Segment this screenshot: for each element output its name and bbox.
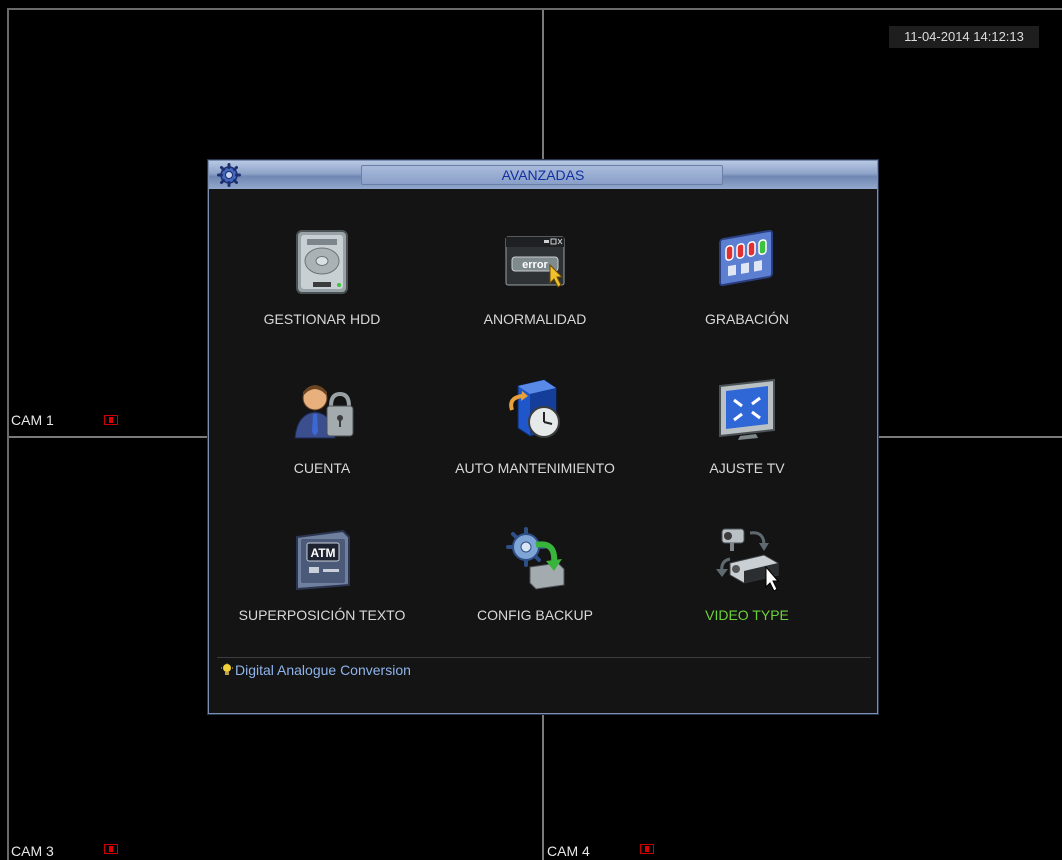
menu-item-video-type[interactable]: VIDEO TYPE — [637, 523, 857, 623]
footer-divider — [217, 657, 871, 658]
menu-item-cuenta[interactable]: CUENTA — [212, 376, 432, 476]
grid-divider-vertical — [542, 10, 544, 162]
grid-divider-vertical — [542, 714, 544, 860]
menu-item-label: VIDEO TYPE — [705, 607, 789, 623]
camera-label-3: CAM 3 — [11, 843, 54, 859]
menu-item-config-backup[interactable]: CONFIG BACKUP — [425, 523, 645, 623]
svg-text:ATM: ATM — [310, 546, 335, 560]
camera-status-icon — [640, 844, 654, 854]
tv-adjust-icon — [719, 378, 775, 440]
error-window-icon: error — [505, 236, 565, 288]
camera-label-1: CAM 1 — [11, 412, 54, 428]
camera-label-4: CAM 4 — [547, 843, 590, 859]
menu-item-label: SUPERPOSICIÓN TEXTO — [238, 607, 406, 623]
user-lock-icon — [294, 385, 354, 439]
menu-item-label: ANORMALIDAD — [483, 311, 587, 327]
camera-status-icon — [104, 844, 118, 854]
advanced-settings-dialog: AVANZADAS GESTIONAR HDD error ANORMALIDA… — [208, 160, 878, 714]
gear-icon — [217, 163, 241, 187]
record-panel-icon — [719, 229, 773, 287]
datetime-display: 11-04-2014 14:12:13 — [889, 26, 1039, 48]
menu-item-label: GRABACIÓN — [704, 311, 789, 327]
menu-item-label: AUTO MANTENIMIENTO — [455, 460, 615, 476]
camera-status-icon — [104, 415, 118, 425]
hint-text: Digital Analogue Conversion — [235, 662, 411, 678]
video-type-icon — [716, 528, 780, 592]
menu-item-grabacion[interactable]: GRABACIÓN — [637, 227, 857, 327]
menu-item-label: CONFIG BACKUP — [477, 607, 593, 623]
atm-text-icon: ATM — [296, 529, 350, 591]
menu-item-superposicion-texto[interactable]: ATM SUPERPOSICIÓN TEXTO — [212, 523, 432, 623]
lightbulb-icon — [221, 663, 233, 675]
menu-item-gestionar-hdd[interactable]: GESTIONAR HDD — [212, 227, 432, 327]
dialog-title: AVANZADAS — [501, 167, 585, 183]
menu-item-label: CUENTA — [293, 460, 351, 476]
menu-item-anormalidad[interactable]: error ANORMALIDAD — [425, 227, 645, 327]
menu-item-ajuste-tv[interactable]: AJUSTE TV — [637, 376, 857, 476]
grid-divider-horizontal — [878, 436, 1062, 438]
menu-item-label: AJUSTE TV — [709, 460, 785, 476]
menu-item-label: GESTIONAR HDD — [263, 311, 381, 327]
hdd-icon — [296, 230, 348, 294]
grid-divider-horizontal — [9, 436, 208, 438]
dialog-titlebar[interactable]: AVANZADAS — [209, 161, 877, 189]
hint-bar: Digital Analogue Conversion — [221, 660, 411, 680]
svg-text:error: error — [522, 259, 548, 271]
backup-gear-icon — [506, 527, 565, 590]
menu-item-auto-mantenimiento[interactable]: AUTO MANTENIMIENTO — [425, 376, 645, 476]
server-clock-icon — [509, 379, 560, 438]
